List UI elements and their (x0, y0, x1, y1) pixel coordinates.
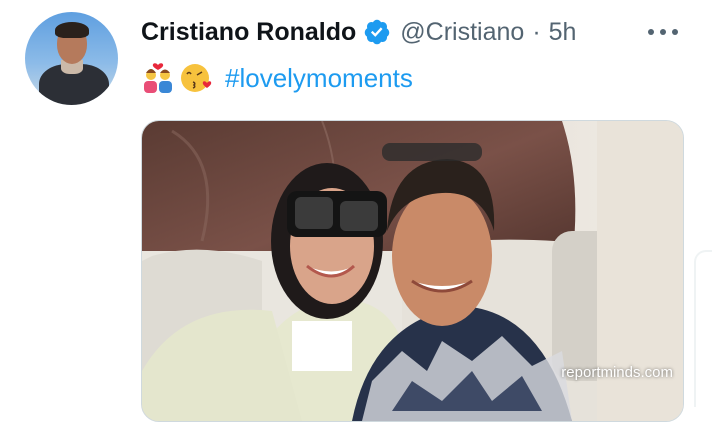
tweet-timestamp[interactable]: 5h (549, 18, 577, 47)
author-handle[interactable]: @Cristiano (400, 18, 524, 47)
header-separator: · (532, 17, 541, 46)
couple-with-heart-emoji (144, 63, 172, 93)
face-blowing-kiss-emoji (181, 64, 212, 92)
more-options-icon[interactable] (648, 22, 678, 42)
adjacent-card-edge (694, 250, 712, 407)
verified-badge-icon (365, 19, 390, 45)
photo-watermark: reportminds.com (561, 364, 673, 381)
tweet-text: #lovelymoments (141, 58, 413, 98)
hashtag-link[interactable]: #lovelymoments (225, 63, 413, 94)
tweet-photo[interactable]: reportminds.com (141, 120, 684, 422)
author-avatar[interactable] (25, 12, 118, 105)
author-name[interactable]: Cristiano Ronaldo (141, 18, 356, 47)
tweet-header: Cristiano Ronaldo @Cristiano · 5h (141, 12, 576, 52)
